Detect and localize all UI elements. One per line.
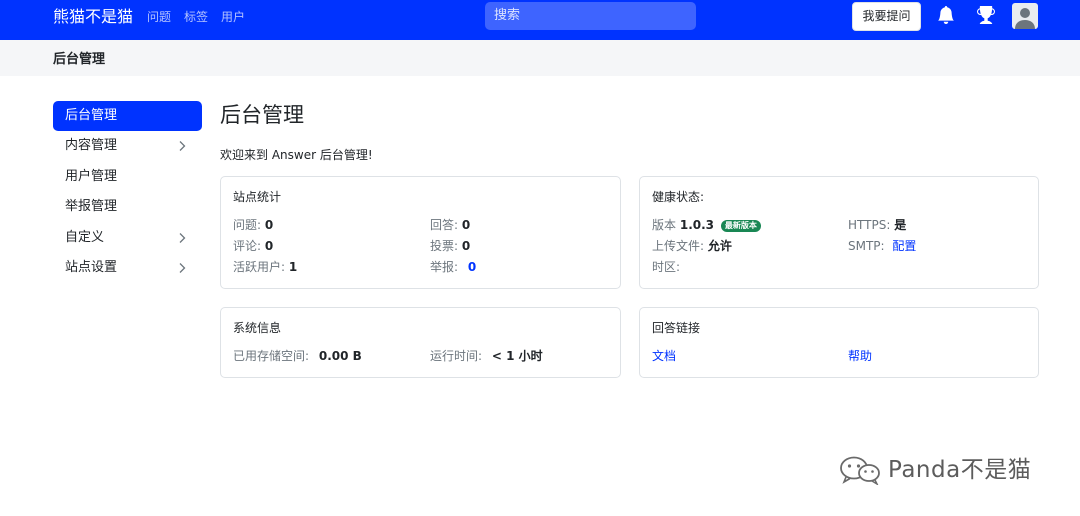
health-label: 时区:: [652, 260, 681, 274]
sidebar-item-reports[interactable]: 举报管理: [53, 192, 202, 222]
card-title: 系统信息: [233, 321, 282, 335]
system-label: 已用存储空间:: [233, 349, 310, 363]
help-link[interactable]: 帮助: [848, 349, 872, 363]
top-navbar: 熊猫不是猫 问题 标签 用户 我要提问: [0, 0, 1080, 40]
stat-reports: 举报: 0: [430, 260, 476, 274]
sidebar-item-label: 举报管理: [65, 199, 118, 214]
search-input[interactable]: [485, 2, 696, 30]
subheader-title: 后台管理: [53, 52, 106, 67]
docs-link[interactable]: 文档: [652, 349, 676, 363]
sidebar-item-label: 站点设置: [65, 260, 118, 275]
chevron-right-icon: [179, 263, 186, 273]
health-value: 允许: [707, 239, 732, 253]
stat-value: 0: [264, 218, 274, 232]
stat-label: 评论:: [233, 239, 262, 253]
sidebar-item-content[interactable]: 内容管理: [53, 131, 202, 161]
smtp-config-link[interactable]: 配置: [892, 239, 916, 253]
system-value: < 1 小时: [491, 349, 543, 363]
health-status-card: 健康状态: 版本 1.0.3 最新版本 HTTPS: 是 上传文件: 允许 SM…: [639, 176, 1039, 289]
stat-label: 问题:: [233, 218, 262, 232]
nav-link-tags[interactable]: 标签: [184, 10, 208, 24]
page-title: 后台管理: [220, 103, 304, 127]
health-https: HTTPS: 是: [848, 218, 906, 232]
stat-questions: 问题: 0: [233, 218, 273, 232]
system-label: 运行时间:: [430, 349, 483, 363]
sidebar-item-users[interactable]: 用户管理: [53, 162, 202, 192]
sidebar-item-customize[interactable]: 自定义: [53, 223, 202, 253]
health-upload: 上传文件: 允许: [652, 239, 732, 253]
health-value: 1.0.3: [679, 218, 715, 232]
stat-label: 投票:: [430, 239, 459, 253]
stat-label: 举报:: [430, 260, 459, 274]
sidebar-item-site-settings[interactable]: 站点设置: [53, 253, 202, 283]
trophy-icon[interactable]: [976, 5, 996, 25]
health-label: 上传文件:: [652, 239, 705, 253]
answer-links-card: 回答链接 文档 帮助: [639, 307, 1039, 378]
reports-link[interactable]: 0: [468, 260, 476, 274]
chevron-right-icon: [179, 141, 186, 151]
ask-question-button[interactable]: 我要提问: [852, 2, 921, 31]
health-value: 是: [894, 218, 907, 232]
stat-label: 活跃用户:: [233, 260, 286, 274]
stat-value: 1: [288, 260, 298, 274]
system-uptime: 运行时间: < 1 小时: [430, 349, 543, 363]
stat-comments: 评论: 0: [233, 239, 273, 253]
watermark-text: Panda不是猫: [888, 457, 1032, 483]
brand-logo[interactable]: 熊猫不是猫: [53, 8, 133, 26]
system-value: 0.00 B: [318, 349, 362, 363]
admin-subheader: 后台管理: [0, 40, 1080, 76]
nav-link-questions[interactable]: 问题: [147, 10, 171, 24]
health-timezone: 时区:: [652, 260, 680, 274]
user-avatar-icon[interactable]: [1012, 3, 1038, 29]
health-label: SMTP:: [848, 239, 885, 253]
wechat-icon: [840, 456, 880, 485]
sidebar-item-label: 内容管理: [65, 138, 118, 153]
stat-votes: 投票: 0: [430, 239, 470, 253]
chevron-right-icon: [179, 233, 186, 243]
health-version: 版本 1.0.3 最新版本: [652, 218, 761, 232]
stat-active-users: 活跃用户: 1: [233, 260, 297, 274]
sidebar-item-label: 后台管理: [65, 108, 118, 123]
card-title: 站点统计: [233, 190, 282, 204]
health-label: HTTPS:: [848, 218, 891, 232]
system-storage: 已用存储空间: 0.00 B: [233, 349, 362, 363]
system-info-card: 系统信息 已用存储空间: 0.00 B 运行时间: < 1 小时: [220, 307, 621, 378]
site-stats-card: 站点统计 问题: 0 回答: 0 评论: 0 投票: 0 活跃用户: 1 举报:…: [220, 176, 621, 289]
watermark: Panda不是猫: [838, 455, 1031, 485]
health-smtp: SMTP: 配置: [848, 239, 916, 253]
sidebar-item-label: 自定义: [65, 230, 105, 245]
latest-version-badge: 最新版本: [720, 220, 761, 232]
bell-icon[interactable]: [936, 5, 956, 25]
stat-label: 回答:: [430, 218, 459, 232]
welcome-message: 欢迎来到 Answer 后台管理!: [220, 148, 373, 162]
stat-answers: 回答: 0: [430, 218, 470, 232]
stat-value: 0: [461, 218, 471, 232]
stat-value: 0: [264, 239, 274, 253]
card-title: 健康状态:: [652, 190, 705, 204]
nav-link-users[interactable]: 用户: [221, 10, 245, 24]
health-label: 版本: [652, 218, 677, 232]
sidebar-item-dashboard[interactable]: 后台管理: [53, 101, 202, 131]
stat-value: 0: [461, 239, 471, 253]
sidebar-item-label: 用户管理: [65, 169, 118, 184]
card-title: 回答链接: [652, 321, 701, 335]
